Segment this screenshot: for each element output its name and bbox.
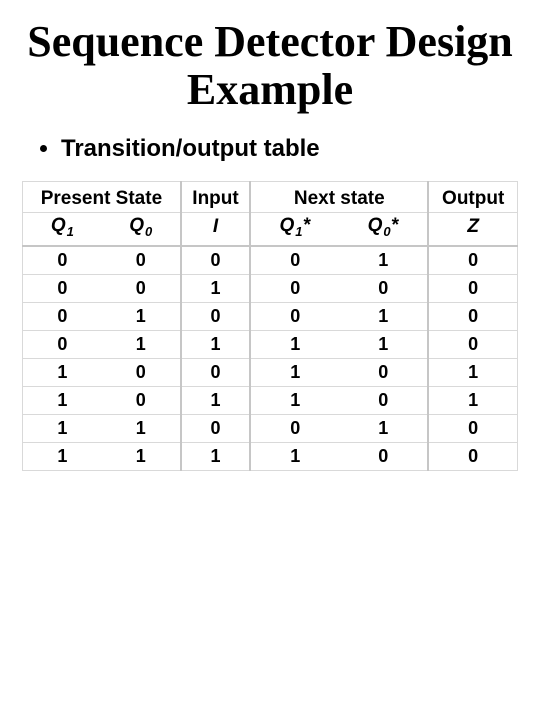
table-row: 111100 [23, 442, 518, 470]
th-input: Input [181, 181, 250, 212]
col-header: Q0* [339, 212, 428, 245]
th-output: Output [428, 181, 517, 212]
table-cell: 1 [181, 330, 250, 358]
table-cell: 1 [23, 414, 102, 442]
bullet-text: Transition/output table [61, 135, 320, 163]
table-cell: 0 [102, 274, 181, 302]
table-cell: 0 [339, 274, 428, 302]
table-cell: 1 [181, 386, 250, 414]
table-row: 010010 [23, 302, 518, 330]
col-header: I [181, 212, 250, 245]
table-cell: 0 [250, 246, 339, 275]
table-cell: 0 [428, 274, 517, 302]
table-cell: 0 [428, 330, 517, 358]
table-cell: 1 [250, 442, 339, 470]
table-cell: 1 [339, 302, 428, 330]
table-cell: 1 [181, 274, 250, 302]
table-cell: 0 [102, 386, 181, 414]
table-row: 001000 [23, 274, 518, 302]
table-cell: 0 [250, 414, 339, 442]
table-cell: 1 [102, 414, 181, 442]
table-cell: 1 [102, 330, 181, 358]
col-header: Q0 [102, 212, 181, 245]
table-cell: 0 [23, 246, 102, 275]
table-cell: 1 [102, 302, 181, 330]
table-cell: 1 [23, 358, 102, 386]
table-cell: 0 [428, 414, 517, 442]
th-present-state: Present State [23, 181, 181, 212]
table-cell: 1 [250, 358, 339, 386]
table-cell: 0 [102, 358, 181, 386]
table-row: 000010 [23, 246, 518, 275]
table-row: 110010 [23, 414, 518, 442]
bullet-dot-icon [40, 145, 47, 152]
table-cell: 0 [23, 302, 102, 330]
table-cell: 0 [23, 274, 102, 302]
table-cell: 0 [339, 386, 428, 414]
table-cell: 0 [428, 442, 517, 470]
transition-table: Present State Input Next state Output Q1… [22, 181, 518, 471]
table-cell: 0 [23, 330, 102, 358]
table-cell: 1 [339, 414, 428, 442]
col-header: Z [428, 212, 517, 245]
table-cell: 0 [339, 358, 428, 386]
table-cell: 0 [428, 302, 517, 330]
table-cell: 0 [181, 302, 250, 330]
col-header: Q1 [23, 212, 102, 245]
table-cell: 1 [339, 246, 428, 275]
table-cell: 1 [23, 386, 102, 414]
table-cell: 1 [428, 386, 517, 414]
page-title: Sequence Detector Design Example [18, 18, 522, 115]
table-cell: 0 [102, 246, 181, 275]
table-cell: 1 [250, 386, 339, 414]
table-row: 011110 [23, 330, 518, 358]
th-next-state: Next state [250, 181, 428, 212]
table-cell: 0 [428, 246, 517, 275]
table-cell: 1 [250, 330, 339, 358]
table-cell: 1 [23, 442, 102, 470]
table-row: 100101 [23, 358, 518, 386]
table-cell: 0 [250, 302, 339, 330]
table-cell: 0 [181, 358, 250, 386]
table-cell: 0 [339, 442, 428, 470]
table-row: 101101 [23, 386, 518, 414]
table-cell: 1 [181, 442, 250, 470]
table-cell: 0 [181, 246, 250, 275]
table-cell: 1 [339, 330, 428, 358]
table-cell: 1 [428, 358, 517, 386]
table-cell: 0 [181, 414, 250, 442]
table-cell: 0 [250, 274, 339, 302]
table-cell: 1 [102, 442, 181, 470]
col-header: Q1* [250, 212, 339, 245]
bullet-item: Transition/output table [40, 135, 522, 163]
